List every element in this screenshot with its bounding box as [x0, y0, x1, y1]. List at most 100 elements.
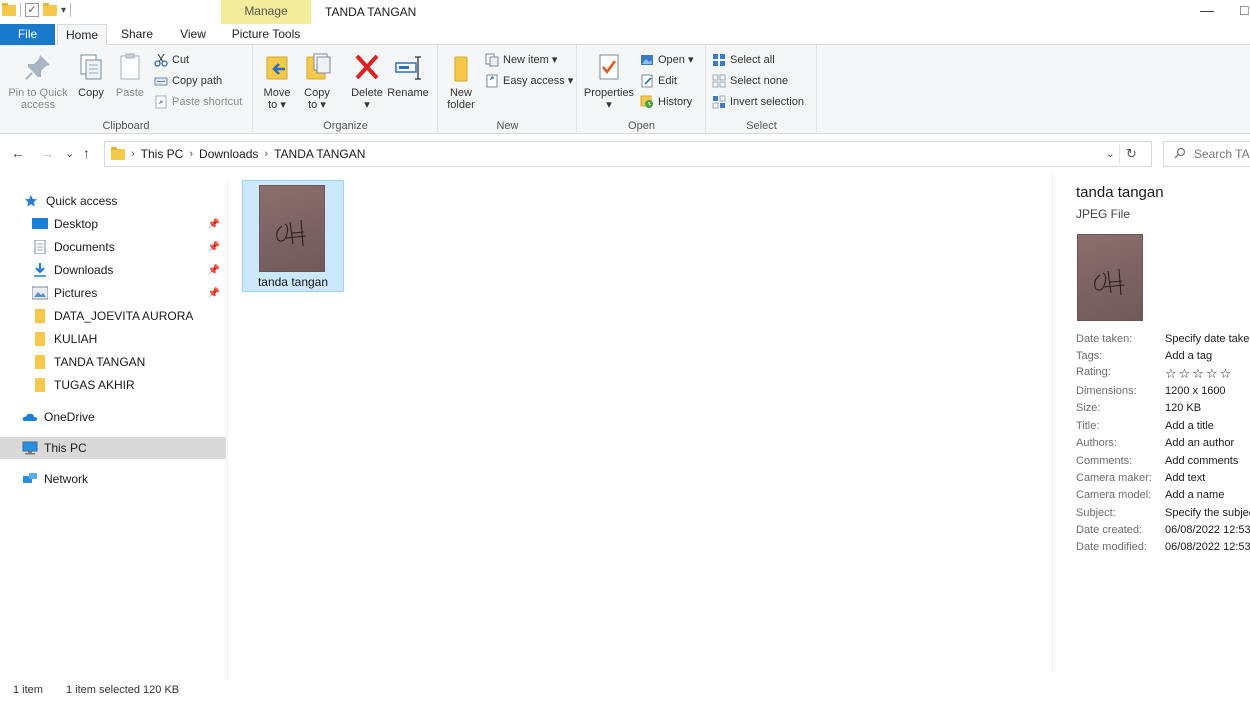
- nav-folder-tugas-akhir[interactable]: TUGAS AKHIR: [0, 374, 226, 396]
- nav-downloads[interactable]: Downloads 📌: [0, 259, 226, 281]
- easy-access-button[interactable]: Easy access ▾: [485, 72, 573, 90]
- tab-manage[interactable]: Manage: [221, 0, 311, 24]
- prop-dimensions: Dimensions: 1200 x 1600: [1076, 385, 1226, 397]
- navigation-pane: Quick access Desktop 📌 Documents 📌 Downl…: [0, 180, 228, 680]
- date-taken-value[interactable]: Specify date taken: [1165, 333, 1250, 345]
- forward-button[interactable]: →: [40, 145, 54, 161]
- details-pane: tanda tangan JPEG File Date taken: Specif…: [1052, 172, 1250, 672]
- pin-icon[interactable]: 📌: [208, 219, 220, 230]
- breadcrumb-downloads[interactable]: Downloads: [199, 147, 258, 161]
- recent-locations-button[interactable]: ⌄: [65, 147, 74, 160]
- customize-qat-icon[interactable]: ▾: [61, 5, 66, 16]
- edit-button[interactable]: Edit: [640, 72, 677, 90]
- nav-desktop[interactable]: Desktop 📌: [0, 213, 226, 235]
- ribbon: Pin to Quick access Copy Paste Cut Copy …: [0, 45, 1250, 134]
- back-button[interactable]: ←: [11, 145, 25, 161]
- select-none-button[interactable]: Select none: [712, 72, 788, 90]
- nav-folder-tanda-tangan[interactable]: TANDA TANGAN: [0, 351, 226, 373]
- window-title: TANDA TANGAN: [325, 5, 417, 19]
- new-item-label: New item ▾: [503, 54, 558, 66]
- nav-pictures[interactable]: Pictures 📌: [0, 282, 226, 304]
- tags-value[interactable]: Add a tag: [1165, 350, 1212, 362]
- pin-to-quick-access-button[interactable]: Pin to Quick access: [4, 51, 72, 111]
- nav-quick-access[interactable]: Quick access: [0, 190, 226, 212]
- refresh-button[interactable]: ↻: [1119, 144, 1143, 164]
- copy-to-button[interactable]: Copy to ▾: [300, 51, 334, 111]
- breadcrumb-separator[interactable]: ›: [189, 148, 193, 160]
- rating-stars[interactable]: ☆☆☆☆☆: [1165, 366, 1233, 382]
- breadcrumb-tanda-tangan[interactable]: TANDA TANGAN: [274, 147, 365, 161]
- history-icon: [640, 95, 654, 109]
- camera-model-value[interactable]: Add a name: [1165, 489, 1224, 501]
- breadcrumb-separator[interactable]: ›: [264, 148, 268, 160]
- new-folder-button[interactable]: New folder: [443, 51, 479, 111]
- prop-camera-maker: Camera maker: Add text: [1076, 472, 1206, 484]
- divider: [20, 3, 21, 17]
- select-none-icon: [712, 74, 726, 88]
- pin-label-line2: access: [20, 99, 56, 111]
- clipboard-group: Pin to Quick access Copy Paste Cut Copy …: [0, 45, 253, 134]
- tab-home[interactable]: Home: [57, 24, 107, 46]
- camera-maker-value[interactable]: Add text: [1165, 472, 1205, 484]
- file-list[interactable]: tanda tangan: [230, 172, 1050, 672]
- prop-title: Title: Add a title: [1076, 420, 1214, 432]
- rename-button[interactable]: Rename: [386, 51, 430, 99]
- nav-folder-data-joevita-aurora[interactable]: DATA_JOEVITA AURORA: [0, 305, 226, 327]
- delete-x-icon: [351, 51, 383, 83]
- copy-path-button[interactable]: Copy path: [154, 72, 222, 90]
- file-item-tanda-tangan[interactable]: tanda tangan: [242, 180, 344, 292]
- nav-network-label: Network: [44, 472, 89, 486]
- search-input[interactable]: Search TANDA TANGAN: [1163, 141, 1250, 167]
- properties-qat-icon[interactable]: ✓: [25, 3, 39, 17]
- minimize-button[interactable]: —: [1200, 2, 1214, 18]
- subject-value[interactable]: Specify the subject: [1165, 507, 1250, 519]
- open-button[interactable]: Open ▾: [640, 51, 694, 69]
- comments-value[interactable]: Add comments: [1165, 455, 1238, 467]
- tab-file[interactable]: File: [0, 24, 55, 45]
- breadcrumb-separator[interactable]: ›: [131, 148, 135, 160]
- address-bar[interactable]: › This PC › Downloads › TANDA TANGAN ⌄ ↻: [104, 141, 1152, 167]
- copy-button[interactable]: Copy: [74, 51, 108, 99]
- properties-icon: [593, 51, 625, 83]
- up-button[interactable]: ↑: [83, 145, 90, 161]
- nav-onedrive[interactable]: OneDrive: [0, 406, 226, 428]
- pin-icon[interactable]: 📌: [208, 242, 220, 253]
- tab-share[interactable]: Share: [112, 24, 162, 45]
- prop-comments: Comments: Add comments: [1076, 455, 1239, 467]
- nav-documents[interactable]: Documents 📌: [0, 236, 226, 258]
- maximize-button[interactable]: □: [1240, 2, 1248, 18]
- pin-icon[interactable]: 📌: [208, 265, 220, 276]
- nav-this-pc[interactable]: This PC: [0, 437, 226, 459]
- paste-shortcut-button[interactable]: Paste shortcut: [154, 93, 242, 111]
- properties-dropdown-arrow: ▾: [606, 99, 612, 111]
- tab-picture-tools[interactable]: Picture Tools: [223, 24, 309, 45]
- cut-label: Cut: [172, 54, 190, 66]
- title-bar: ✓ ▾ Manage TANDA TANGAN — □: [0, 0, 1250, 24]
- select-all-button[interactable]: Select all: [712, 51, 775, 69]
- properties-button[interactable]: Properties ▾: [582, 51, 636, 111]
- file-name: tanda tangan: [257, 275, 329, 289]
- nav-folder-label: TUGAS AKHIR: [54, 378, 135, 392]
- pin-icon[interactable]: 📌: [208, 288, 220, 299]
- authors-value[interactable]: Add an author: [1165, 437, 1234, 449]
- select-group: Select all Select none Invert selection …: [707, 45, 817, 134]
- cut-button[interactable]: Cut: [154, 51, 189, 69]
- network-icon: [22, 472, 38, 486]
- nav-network[interactable]: Network: [0, 468, 226, 490]
- paste-button[interactable]: Paste: [113, 51, 147, 99]
- history-button[interactable]: History: [640, 93, 692, 111]
- address-history-dropdown[interactable]: ⌄: [1106, 147, 1115, 160]
- new-folder-qat-icon[interactable]: [43, 2, 57, 16]
- prop-date-taken: Date taken: Specify date taken: [1076, 333, 1250, 350]
- paste-shortcut-label: Paste shortcut: [172, 96, 243, 108]
- delete-button[interactable]: Delete ▾: [348, 51, 386, 111]
- breadcrumb-this-pc[interactable]: This PC: [141, 147, 184, 161]
- invert-selection-button[interactable]: Invert selection: [712, 93, 804, 111]
- title-value[interactable]: Add a title: [1165, 420, 1214, 432]
- edit-label: Edit: [658, 75, 677, 87]
- move-to-button[interactable]: Move to ▾: [260, 51, 294, 111]
- nav-folder-kuliah[interactable]: KULIAH: [0, 328, 226, 350]
- new-item-button[interactable]: New item ▾: [485, 51, 557, 69]
- selection-info: 1 item selected 120 KB: [66, 684, 180, 696]
- tab-view[interactable]: View: [168, 24, 218, 45]
